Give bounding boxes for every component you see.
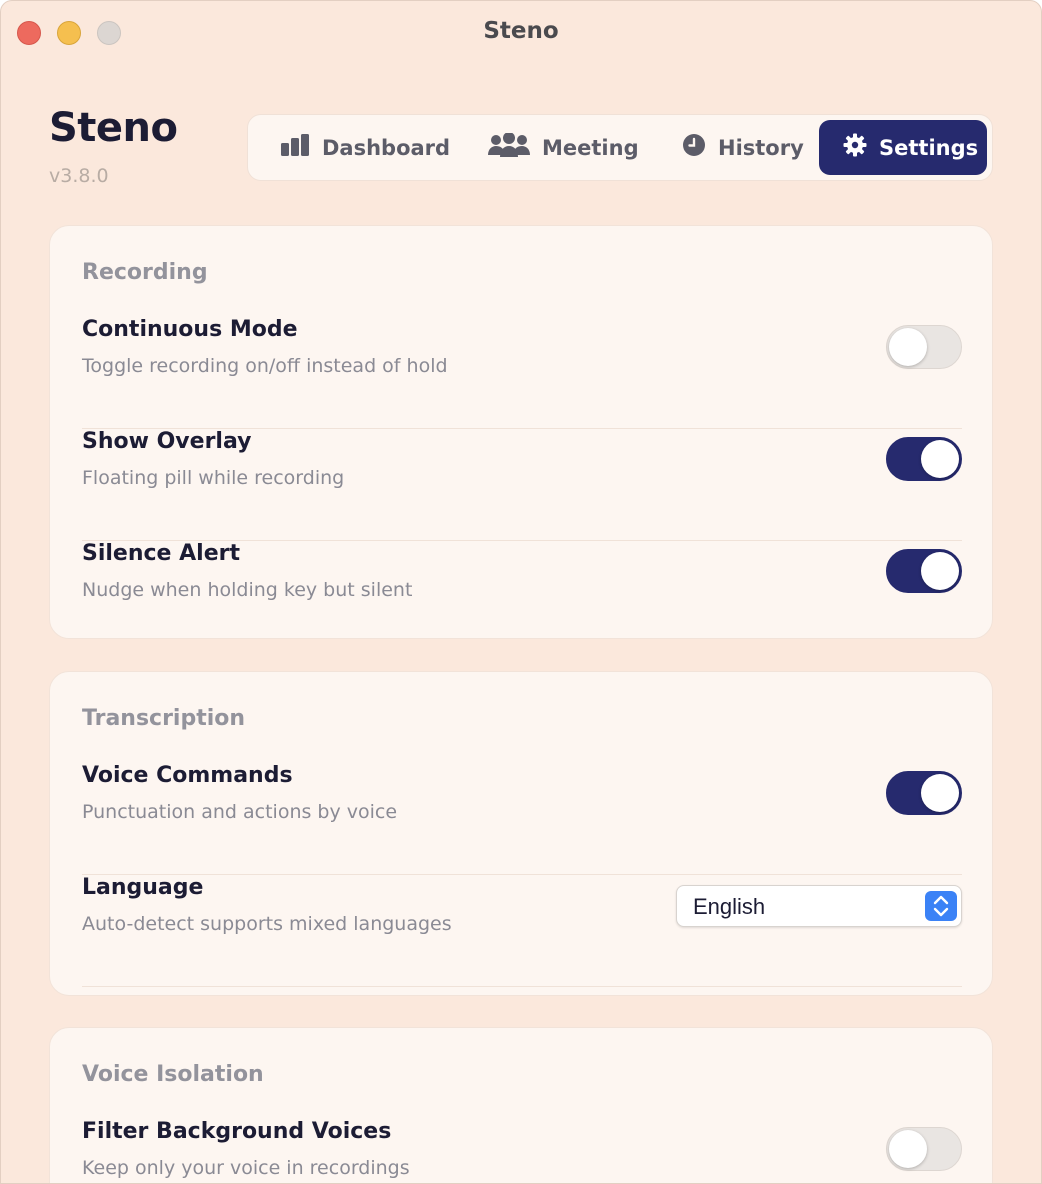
people-icon (488, 132, 530, 162)
setting-row-continuous-mode: Continuous Mode Toggle recording on/off … (82, 317, 962, 429)
setting-row-show-overlay: Show Overlay Floating pill while recordi… (82, 429, 962, 541)
setting-description: Keep only your voice in recordings (82, 1157, 410, 1179)
toggle-knob (921, 552, 959, 590)
continuous-mode-toggle[interactable] (886, 325, 962, 369)
tab-settings-label: Settings (879, 135, 979, 160)
section-title-voice-isolation: Voice Isolation (82, 1062, 264, 1087)
tab-dashboard-label: Dashboard (322, 135, 451, 160)
transcription-card: Transcription Voice Commands Punctuation… (49, 671, 993, 996)
language-select[interactable]: English (676, 885, 962, 927)
setting-title: Continuous Mode (82, 317, 298, 342)
recording-card: Recording Continuous Mode Toggle recordi… (49, 225, 993, 639)
gear-icon (843, 133, 867, 162)
app-window: Steno Steno v3.8.0 Dashboard Meeting His… (0, 0, 1042, 1184)
app-name: Steno (49, 105, 178, 151)
language-select-value: English (693, 894, 766, 919)
window-title: Steno (483, 18, 559, 44)
setting-description: Toggle recording on/off instead of hold (82, 355, 448, 377)
setting-title: Silence Alert (82, 541, 240, 566)
setting-row-voice-commands: Voice Commands Punctuation and actions b… (82, 763, 962, 875)
setting-row-silence-alert: Silence Alert Nudge when holding key but… (82, 541, 962, 653)
setting-title: Filter Background Voices (82, 1119, 392, 1144)
clock-icon (682, 133, 706, 162)
silence-alert-toggle[interactable] (886, 549, 962, 593)
bar-chart-icon (280, 134, 310, 161)
toggle-knob (921, 774, 959, 812)
setting-description: Nudge when holding key but silent (82, 579, 413, 601)
tab-meeting[interactable]: Meeting (488, 120, 639, 175)
toggle-knob (889, 1130, 927, 1168)
setting-row-language: Language Auto-detect supports mixed lang… (82, 875, 962, 987)
setting-description: Floating pill while recording (82, 467, 345, 489)
row-divider (82, 986, 962, 987)
toggle-knob (889, 328, 927, 366)
setting-title: Show Overlay (82, 429, 252, 454)
section-title-transcription: Transcription (82, 706, 246, 731)
tab-meeting-label: Meeting (542, 135, 639, 160)
setting-title: Voice Commands (82, 763, 293, 788)
filter-background-voices-toggle[interactable] (886, 1127, 962, 1171)
main-nav: Dashboard Meeting History Settings (247, 114, 993, 181)
tab-history-label: History (718, 135, 804, 160)
setting-title: Language (82, 875, 204, 900)
toggle-knob (921, 440, 959, 478)
voice-commands-toggle[interactable] (886, 771, 962, 815)
show-overlay-toggle[interactable] (886, 437, 962, 481)
tab-history[interactable]: History (682, 120, 804, 175)
app-version: v3.8.0 (49, 165, 109, 187)
setting-row-filter-background-voices: Filter Background Voices Keep only your … (82, 1119, 962, 1183)
tab-dashboard[interactable]: Dashboard (280, 120, 450, 175)
voice-isolation-card: Voice Isolation Filter Background Voices… (49, 1027, 993, 1183)
up-down-chevron-icon (925, 891, 957, 921)
title-bar: Steno (1, 1, 1041, 63)
setting-description: Auto-detect supports mixed languages (82, 913, 452, 935)
section-title-recording: Recording (82, 260, 208, 285)
setting-description: Punctuation and actions by voice (82, 801, 398, 823)
tab-settings[interactable]: Settings (819, 120, 987, 175)
